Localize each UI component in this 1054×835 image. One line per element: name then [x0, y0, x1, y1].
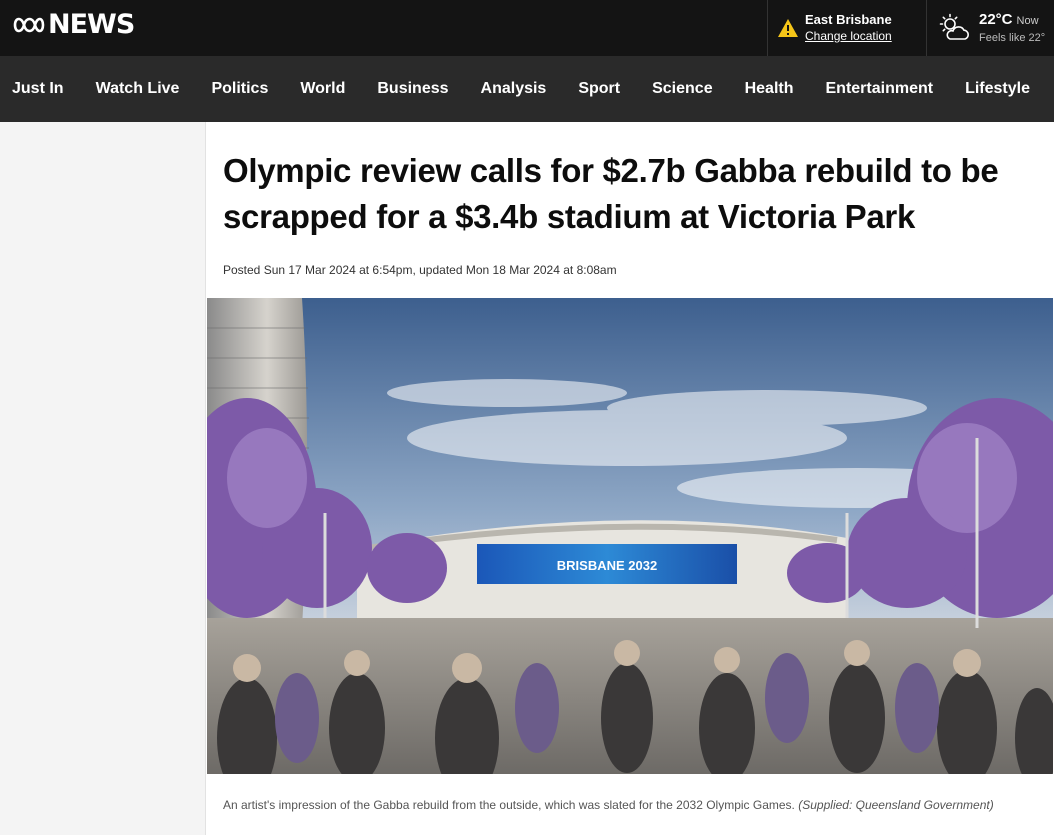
- article-headline: Olympic review calls for $2.7b Gabba reb…: [223, 152, 999, 235]
- nav-item-science[interactable]: Science: [652, 80, 712, 98]
- location-name: East Brisbane: [805, 12, 892, 27]
- warning-icon: [778, 19, 798, 37]
- change-location-link[interactable]: Change location: [805, 28, 892, 44]
- nav-item-entertainment[interactable]: Entertainment: [826, 80, 934, 98]
- nav-item-analysis[interactable]: Analysis: [481, 80, 547, 98]
- main-nav: Just In Watch Live Politics World Busine…: [0, 56, 1054, 122]
- temperature: 22°C: [979, 10, 1013, 28]
- hero-image[interactable]: BRISBANE 2032: [207, 298, 1053, 774]
- nav-item-health[interactable]: Health: [745, 80, 794, 98]
- nav-item-sport[interactable]: Sport: [578, 80, 620, 98]
- nav-item-world[interactable]: World: [300, 80, 345, 98]
- weather-widget[interactable]: 22°C Now Feels like 22°: [926, 0, 1054, 56]
- nav-item-lifestyle[interactable]: Lifestyle: [965, 80, 1030, 98]
- abc-lissajous-icon: [13, 17, 45, 33]
- location-widget: East Brisbane Change location: [767, 0, 926, 56]
- article-dateline: Posted Sun 17 Mar 2024 at 6:54pm, update…: [223, 263, 617, 277]
- image-caption: An artist's impression of the Gabba rebu…: [223, 794, 1043, 817]
- feels-like: Feels like 22°: [979, 31, 1046, 44]
- abc-news-logo[interactable]: NEWS: [12, 9, 135, 40]
- caption-text: An artist's impression of the Gabba rebu…: [223, 798, 795, 812]
- weather-time: Now: [1016, 14, 1039, 27]
- partly-cloudy-icon: [939, 13, 969, 40]
- nav-item-watch-live[interactable]: Watch Live: [96, 80, 180, 98]
- stadium-screen-text: BRISBANE 2032: [557, 558, 657, 573]
- logo-wordmark: NEWS: [48, 9, 135, 40]
- nav-item-politics[interactable]: Politics: [211, 80, 268, 98]
- article: Olympic review calls for $2.7b Gabba reb…: [205, 122, 1054, 835]
- top-bar: NEWS East Brisbane Change location 22°C …: [0, 0, 1054, 56]
- nav-item-just-in[interactable]: Just In: [12, 80, 64, 98]
- nav-item-business[interactable]: Business: [377, 80, 448, 98]
- caption-credit: (Supplied: Queensland Government): [798, 798, 994, 812]
